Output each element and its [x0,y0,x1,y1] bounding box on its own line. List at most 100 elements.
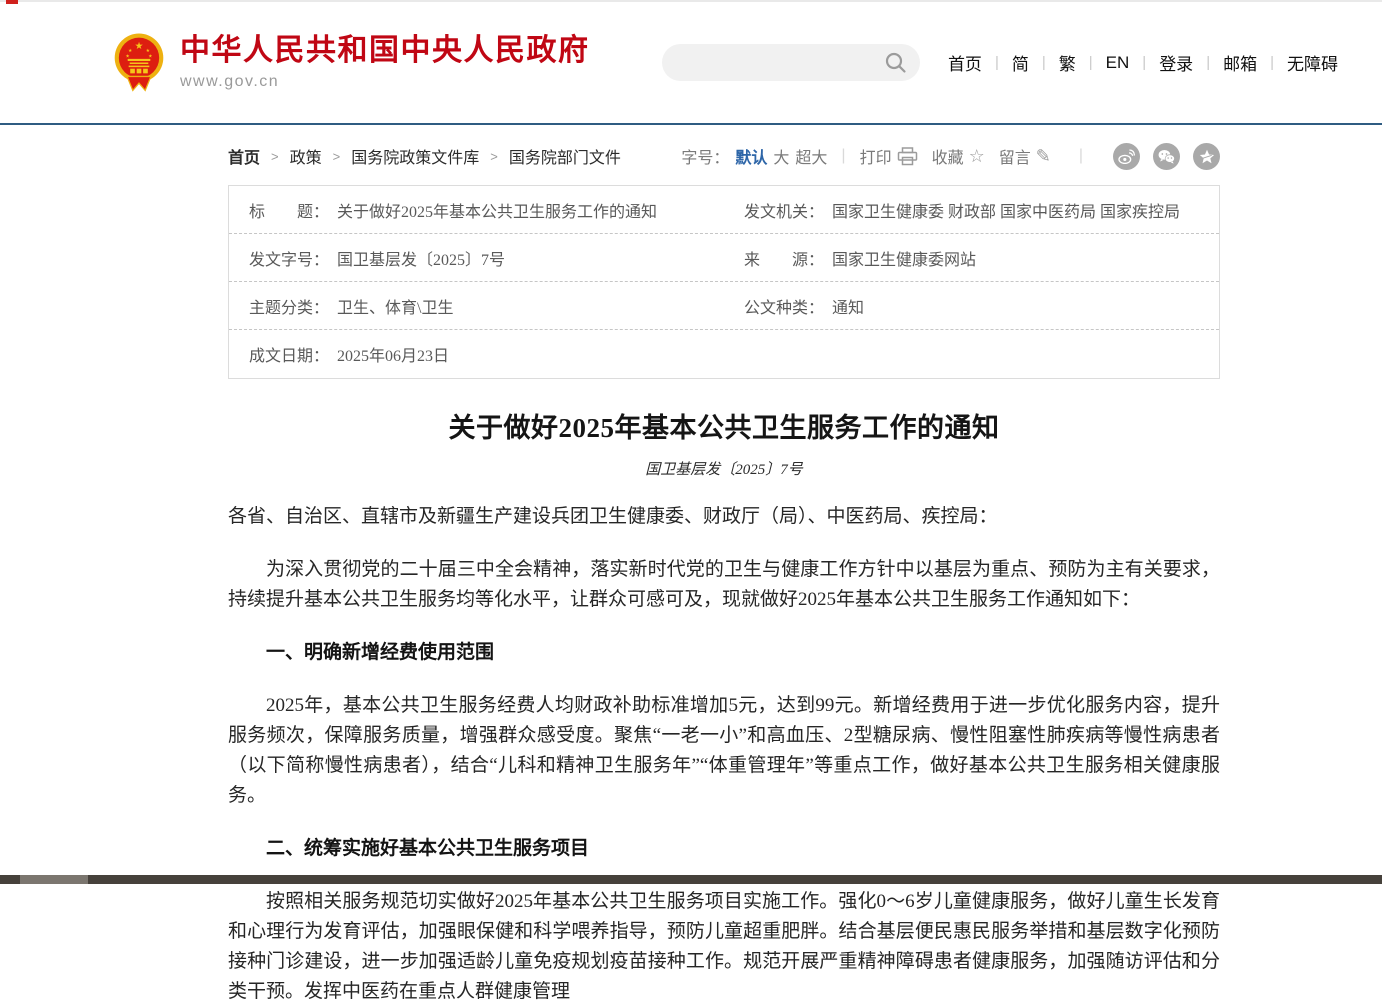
fontsize-large-button[interactable]: 大 [773,144,789,168]
comment-label: 留言 [999,144,1031,168]
article-body: 关于做好2025年基本公共卫生服务工作的通知 国卫基层发〔2025〕7号 各省、… [228,406,1220,1007]
search-icon[interactable] [884,51,907,74]
nav-separator: | [1142,54,1146,71]
breadcrumb-separator: > [490,149,498,164]
meta-row-date: 成文日期： 2025年06月23日 [229,330,1219,378]
breadcrumb-home[interactable]: 首页 [228,144,260,168]
qzone-star-icon [1199,149,1215,164]
meta-cell-issuing-agency: 发文机关： 国家卫生健康委 财政部 国家中医药局 国家疾控局 [724,198,1219,222]
meta-value-doc-number: 国卫基层发〔2025〕7号 [337,246,505,270]
comment-button[interactable]: 留言 ✎ [999,144,1051,168]
meta-cell-category: 主题分类： 卫生、体育\卫生 [229,294,724,318]
national-emblem-icon: ★ ★ ★ ★ ★ [113,32,165,93]
top-nav: 首页 | 简 | 繁 | EN | 登录 | 邮箱 | 无障碍 [948,50,1338,75]
breadcrumb-policy-library[interactable]: 国务院政策文件库 [351,144,479,168]
search-box[interactable] [662,44,920,81]
breadcrumb-separator: > [271,149,279,164]
nav-accessibility[interactable]: 无障碍 [1287,50,1338,75]
nav-separator: | [1206,54,1210,71]
meta-cell-doc-number: 发文字号： 国卫基层发〔2025〕7号 [229,246,724,270]
search-input[interactable] [680,54,884,71]
print-label: 打印 [860,144,892,168]
site-title: 中华人民共和国中央人民政府 [180,34,590,69]
breadcrumb-toolbar-row: 首页 > 政策 > 国务院政策文件库 > 国务院部门文件 字号： 默认 大 超大… [228,143,1220,169]
header-right: 首页 | 简 | 繁 | EN | 登录 | 邮箱 | 无障碍 [662,44,1338,81]
meta-row-title-agency: 标 题： 关于做好2025年基本公共卫生服务工作的通知 发文机关： 国家卫生健康… [229,186,1219,234]
favorite-label: 收藏 [932,144,964,168]
meta-label-date: 成文日期： [249,342,329,366]
nav-separator: | [1270,54,1274,71]
article-title: 关于做好2025年基本公共卫生服务工作的通知 [228,406,1220,445]
nav-separator: | [1042,54,1046,71]
meta-value-issuing-agency: 国家卫生健康委 财政部 国家中医药局 国家疾控局 [832,198,1180,222]
svg-text:★: ★ [126,53,130,58]
header-divider-line [0,123,1382,125]
meta-label-doc-type: 公文种类： [744,294,824,318]
meta-value-doc-type: 通知 [832,294,864,318]
meta-label-source: 来 源： [744,246,824,270]
page-toolbar: 字号： 默认 大 超大 | 打印 收藏 ☆ 留言 ✎ | [681,143,1220,170]
meta-value-title: 关于做好2025年基本公共卫生服务工作的通知 [337,198,657,222]
site-logo[interactable]: ★ ★ ★ ★ ★ 中华人民共和国中央人民政府 www.gov.cn [113,32,590,93]
breadcrumb-department-documents[interactable]: 国务院部门文件 [509,144,621,168]
qzone-share-button[interactable] [1193,143,1220,170]
svg-text:★: ★ [135,41,144,52]
svg-text:★: ★ [128,48,132,53]
paragraph-section-2: 按照相关服务规范切实做好2025年基本公共卫生服务项目实施工作。强化0～6岁儿童… [228,887,1220,1007]
fontsize-default-button[interactable]: 默认 [735,144,767,168]
wechat-share-button[interactable] [1153,143,1180,170]
horizontal-scrollbar[interactable] [0,875,1382,884]
meta-row-docnumber-source: 发文字号： 国卫基层发〔2025〕7号 来 源： 国家卫生健康委网站 [229,234,1219,282]
nav-mail[interactable]: 邮箱 [1223,50,1257,75]
weibo-share-button[interactable] [1113,143,1140,170]
toolbar-separator: | [841,147,845,165]
breadcrumb-separator: > [333,149,341,164]
star-outline-icon: ☆ [969,147,985,165]
meta-cell-title: 标 题： 关于做好2025年基本公共卫生服务工作的通知 [229,198,724,222]
meta-value-category: 卫生、体育\卫生 [337,294,453,318]
breadcrumb-policy[interactable]: 政策 [290,144,322,168]
nav-simplified[interactable]: 简 [1012,50,1029,75]
nav-english[interactable]: EN [1106,53,1130,73]
nav-separator: | [995,54,999,71]
paragraph-intro: 为深入贯彻党的二十届三中全会精神，落实新时代党的卫生与健康工作方针中以基层为重点… [228,555,1220,615]
meta-cell-source: 来 源： 国家卫生健康委网站 [724,246,1219,270]
pencil-icon: ✎ [1036,147,1051,165]
top-left-red-marker [6,0,18,4]
meta-cell-date: 成文日期： 2025年06月23日 [229,342,724,366]
meta-label-doc-number: 发文字号： [249,246,329,270]
fontsize-xlarge-button[interactable]: 超大 [795,144,827,168]
meta-value-source: 国家卫生健康委网站 [832,246,976,270]
site-identity: 中华人民共和国中央人民政府 www.gov.cn [180,34,590,92]
article-doc-number: 国卫基层发〔2025〕7号 [228,458,1220,479]
site-url: www.gov.cn [180,73,590,91]
weibo-icon [1118,149,1135,164]
meta-value-date: 2025年06月23日 [337,342,449,366]
nav-login[interactable]: 登录 [1159,50,1193,75]
document-meta-table: 标 题： 关于做好2025年基本公共卫生服务工作的通知 发文机关： 国家卫生健康… [228,185,1220,379]
paragraph-salutation: 各省、自治区、直辖市及新疆生产建设兵团卫生健康委、财政厅（局）、中医药局、疾控局… [228,502,1220,532]
wechat-icon [1158,149,1175,164]
nav-traditional[interactable]: 繁 [1059,50,1076,75]
print-button[interactable]: 打印 [860,144,918,168]
share-buttons [1113,143,1220,170]
fontsize-label: 字号： [681,144,729,168]
nav-separator: | [1089,54,1093,71]
printer-icon [897,147,918,166]
svg-text:★: ★ [148,53,152,58]
breadcrumb: 首页 > 政策 > 国务院政策文件库 > 国务院部门文件 [228,144,621,168]
site-header: ★ ★ ★ ★ ★ 中华人民共和国中央人民政府 www.gov.cn [0,2,1382,123]
section-heading-2: 二、统筹实施好基本公共卫生服务项目 [228,834,1220,864]
meta-cell-doc-type: 公文种类： 通知 [724,294,1219,318]
scrollbar-thumb[interactable] [20,875,88,884]
section-heading-1: 一、明确新增经费使用范围 [228,638,1220,668]
svg-text:★: ★ [146,48,150,53]
nav-home[interactable]: 首页 [948,50,982,75]
toolbar-separator: | [1079,147,1083,165]
meta-label-issuing-agency: 发文机关： [744,198,824,222]
meta-label-title: 标 题： [249,198,329,222]
meta-label-category: 主题分类： [249,294,329,318]
favorite-button[interactable]: 收藏 ☆ [932,144,985,168]
paragraph-section-1: 2025年，基本公共卫生服务经费人均财政补助标准增加5元，达到99元。新增经费用… [228,691,1220,811]
meta-row-category-doctype: 主题分类： 卫生、体育\卫生 公文种类： 通知 [229,282,1219,330]
